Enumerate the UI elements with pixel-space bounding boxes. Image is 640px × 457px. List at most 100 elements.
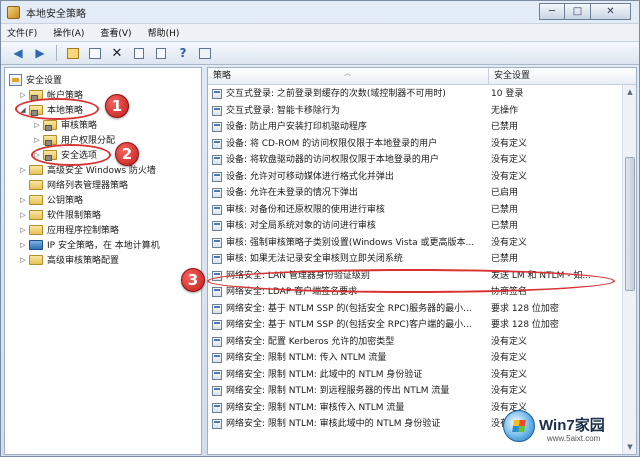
menu-view[interactable]: 查看(V)	[100, 26, 131, 39]
expand-arrow-icon[interactable]: ▷	[33, 151, 41, 159]
table-row[interactable]: 设备: 防止用户安装打印机驱动程序 已禁用	[208, 119, 621, 136]
export-list-icon[interactable]	[152, 44, 170, 62]
tree-item-public-key[interactable]: ▷ 公钥策略	[19, 192, 83, 207]
properties-icon[interactable]	[130, 44, 148, 62]
scroll-up-icon[interactable]: ▲	[623, 85, 636, 99]
policy-name: 网络安全: 限制 NTLM: 审核传入 NTLM 流量	[226, 402, 405, 413]
table-row[interactable]: 网络安全: LDAP 客户端签名要求 协商签名	[208, 284, 621, 301]
policy-list-pane: 策略 ︿ 安全设置 交互式登录: 之前登录到缓存的次数(域控制器不可用时) 10 …	[207, 67, 637, 455]
table-row[interactable]: 网络安全: 限制 NTLM: 传入 NTLM 流量 没有定义	[208, 350, 621, 367]
minimize-button[interactable]: ─	[539, 3, 565, 20]
tree-item-app-control[interactable]: ▷ 应用程序控制策略	[19, 222, 119, 237]
folder-icon	[43, 119, 57, 131]
table-row[interactable]: 审核: 对全局系统对象的访问进行审核 已禁用	[208, 218, 621, 235]
table-row[interactable]: 设备: 允许对可移动媒体进行格式化并弹出 没有定义	[208, 169, 621, 186]
column-header-setting[interactable]: 安全设置	[489, 68, 619, 85]
tree-item-firewall[interactable]: ▷ 高级安全 Windows 防火墙	[19, 162, 156, 177]
policy-icon	[212, 419, 222, 429]
table-row[interactable]: 审核: 如果无法记录安全审核则立即关闭系统 已禁用	[208, 251, 621, 268]
table-row[interactable]: 交互式登录: 之前登录到缓存的次数(域控制器不可用时) 10 登录	[208, 86, 621, 103]
tree-item-software-restriction[interactable]: ▷ 软件限制策略	[19, 207, 101, 222]
policy-icon	[212, 188, 222, 198]
tree-pane: 安全设置 ▷ 帐户策略 ◢ 本地策略 ▷ 审核策略 ▷ 用户权限分配 ▷ 安全选…	[4, 67, 202, 455]
expand-arrow-icon[interactable]: ▷	[19, 91, 27, 99]
tree-item-audit-policy[interactable]: ▷ 审核策略	[33, 117, 97, 132]
tree-item-ip-security[interactable]: ▷ IP 安全策略，在 本地计算机	[19, 237, 160, 252]
expand-arrow-icon[interactable]: ▷	[19, 196, 27, 204]
help-icon[interactable]: ?	[174, 44, 192, 62]
policy-name: 网络安全: 基于 NTLM SSP 的(包括安全 RPC)服务器的最小...	[226, 303, 472, 314]
table-row[interactable]: 设备: 允许在未登录的情况下弹出 已启用	[208, 185, 621, 202]
tree-root[interactable]: 安全设置	[9, 72, 62, 87]
table-row[interactable]: 网络安全: 基于 NTLM SSP 的(包括安全 RPC)服务器的最小... 要求…	[208, 301, 621, 318]
tree-item-local-policy[interactable]: ◢ 本地策略	[19, 102, 83, 117]
security-setting: 已禁用	[491, 254, 519, 264]
table-row[interactable]: 网络安全: 限制 NTLM: 到远程服务器的传出 NTLM 流量 没有定义	[208, 383, 621, 400]
policy-name: 设备: 允许对可移动媒体进行格式化并弹出	[226, 171, 394, 182]
folder-icon	[29, 89, 43, 101]
tree-item-label: IP 安全策略，在 本地计算机	[47, 241, 160, 251]
tree-item-advanced-audit[interactable]: ▷ 高级审核策略配置	[19, 252, 119, 267]
policy-name: 设备: 防止用户安装打印机驱动程序	[226, 122, 367, 132]
maximize-button[interactable]: □	[565, 3, 591, 20]
security-setting: 发送 LM 和 NTLM - 如...	[491, 270, 591, 281]
table-row[interactable]: 网络安全: 限制 NTLM: 此域中的 NTLM 身份验证 没有定义	[208, 367, 621, 384]
close-button[interactable]: ✕	[591, 3, 631, 20]
table-row[interactable]: 网络安全: LAN 管理器身份验证级别 发送 LM 和 NTLM - 如...	[208, 268, 621, 285]
policy-name: 审核: 对全局系统对象的访问进行审核	[226, 221, 376, 231]
expand-arrow-icon[interactable]: ▷	[19, 256, 27, 264]
table-row[interactable]: 网络安全: 配置 Kerberos 允许的加密类型 没有定义	[208, 334, 621, 351]
up-folder-icon[interactable]	[64, 44, 82, 62]
policy-icon	[212, 287, 222, 297]
expand-arrow-icon[interactable]: ▷	[33, 136, 41, 144]
expand-arrow-icon[interactable]: ▷	[19, 241, 27, 249]
policy-icon	[212, 122, 222, 132]
back-arrow-icon[interactable]: ◀	[9, 44, 27, 62]
security-setting: 协商签名	[491, 287, 528, 297]
expand-arrow-icon[interactable]: ▷	[19, 226, 27, 234]
policy-icon	[212, 303, 222, 314]
tree-item-label: 网络列表管理器策略	[47, 181, 129, 191]
policy-icon	[212, 138, 222, 149]
tree-item-label: 安全选项	[61, 151, 98, 161]
security-setting: 没有定义	[491, 155, 528, 165]
policy-name: 设备: 将 CD-ROM 的访问权限仅限于本地登录的用户	[226, 138, 438, 149]
expand-arrow-icon[interactable]: ▷	[19, 211, 27, 219]
sort-arrow-icon: ︿	[344, 69, 351, 77]
menu-bar: 文件(F) 操作(A) 查看(V) 帮助(H)	[1, 23, 639, 41]
security-setting: 没有定义	[491, 386, 528, 396]
vertical-scrollbar[interactable]: ▲ ▼	[622, 85, 636, 454]
policy-icon	[212, 221, 222, 231]
policy-icon	[212, 171, 222, 182]
delete-icon[interactable]: ✕	[108, 44, 126, 62]
expand-arrow-icon[interactable]: ▷	[33, 121, 41, 129]
table-row[interactable]: 审核: 强制审核策略子类别设置(Windows Vista 或更高版本... 没有…	[208, 235, 621, 252]
folder-icon	[43, 134, 57, 146]
security-setting: 已禁用	[491, 122, 519, 132]
tree-item-network-list[interactable]: 网络列表管理器策略	[19, 177, 128, 192]
tree-item-user-rights[interactable]: ▷ 用户权限分配	[33, 132, 115, 147]
policy-name: 网络安全: 限制 NTLM: 到远程服务器的传出 NTLM 流量	[226, 386, 450, 396]
forward-arrow-icon[interactable]: ▶	[31, 44, 49, 62]
table-row[interactable]: 审核: 对备份和还原权限的使用进行审核 已禁用	[208, 202, 621, 219]
policy-icon	[212, 402, 222, 413]
table-row[interactable]: 交互式登录: 智能卡移除行为 无操作	[208, 103, 621, 120]
expand-arrow-icon[interactable]: ▷	[19, 166, 27, 174]
tree-item-account-policy[interactable]: ▷ 帐户策略	[19, 87, 83, 102]
show-hide-tree-icon[interactable]	[86, 44, 104, 62]
menu-action[interactable]: 操作(A)	[53, 26, 84, 39]
console-icon[interactable]	[196, 44, 214, 62]
scroll-thumb[interactable]	[625, 157, 635, 291]
policy-name: 设备: 将软盘驱动器的访问权限仅限于本地登录的用户	[226, 155, 439, 165]
policy-name: 设备: 允许在未登录的情况下弹出	[226, 188, 358, 198]
collapse-arrow-icon[interactable]: ◢	[19, 106, 27, 114]
toolbar: ◀ ▶ ✕ ?	[1, 41, 639, 65]
menu-file[interactable]: 文件(F)	[7, 26, 37, 39]
policy-name: 审核: 如果无法记录安全审核则立即关闭系统	[226, 254, 403, 264]
title-bar[interactable]: 本地安全策略 ─ □ ✕	[1, 1, 639, 23]
menu-help[interactable]: 帮助(H)	[148, 26, 180, 39]
tree-item-security-options[interactable]: ▷ 安全选项	[33, 147, 97, 162]
table-row[interactable]: 设备: 将软盘驱动器的访问权限仅限于本地登录的用户 没有定义	[208, 152, 621, 169]
table-row[interactable]: 设备: 将 CD-ROM 的访问权限仅限于本地登录的用户 没有定义	[208, 136, 621, 153]
table-row[interactable]: 网络安全: 基于 NTLM SSP 的(包括安全 RPC)客户端的最小... 要求…	[208, 317, 621, 334]
